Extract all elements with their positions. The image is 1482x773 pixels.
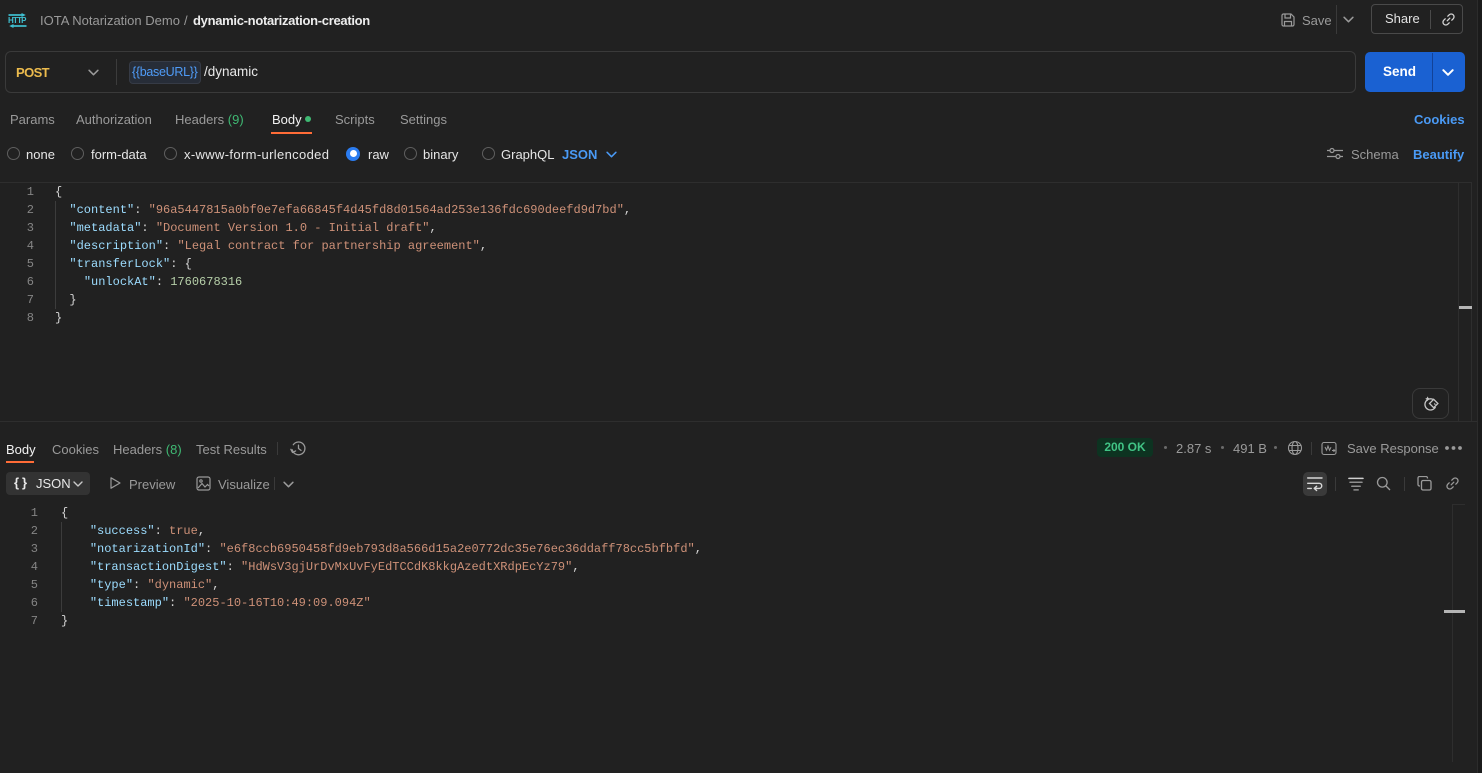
svg-text:HTTP: HTTP <box>8 16 27 25</box>
